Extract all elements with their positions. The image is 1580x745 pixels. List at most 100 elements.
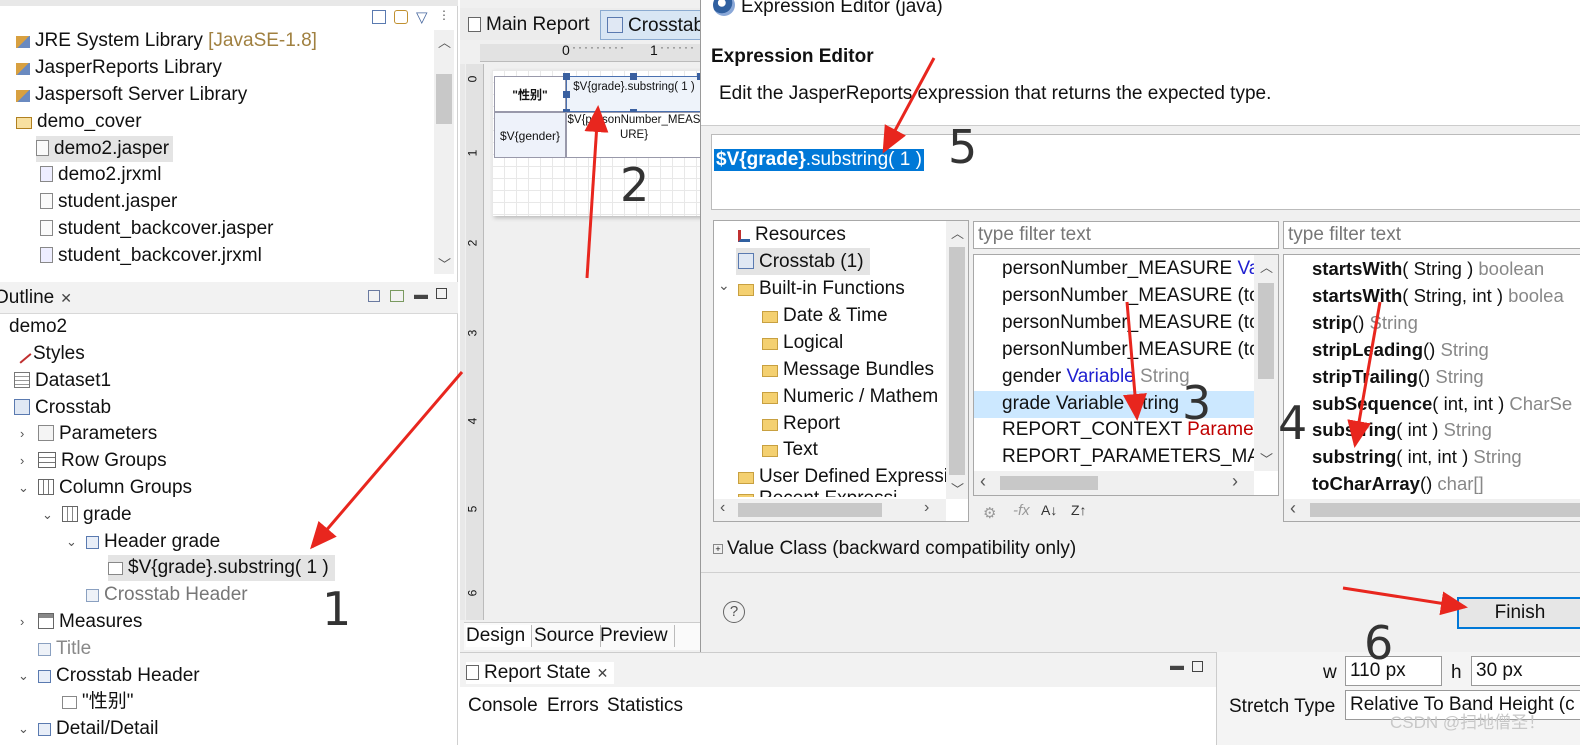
- resize-handle[interactable]: [630, 73, 637, 80]
- outline-item-column-groups[interactable]: Column Groups: [38, 475, 192, 501]
- tree-item-demo2-jrxml[interactable]: demo2.jrxml: [40, 162, 161, 188]
- outline-item-title[interactable]: Title: [38, 636, 91, 662]
- variable-row[interactable]: gender Variable String: [974, 364, 1278, 391]
- sort-descending-icon[interactable]: Z↑: [1071, 502, 1087, 518]
- collapse-chevron-icon[interactable]: ⌄: [66, 529, 77, 555]
- variables-hscrollbar[interactable]: ‹ ›: [974, 471, 1254, 495]
- view-menu-icon[interactable]: ⋮: [438, 8, 450, 22]
- tab-errors[interactable]: Errors: [547, 695, 599, 717]
- close-icon[interactable]: ✕: [597, 665, 609, 681]
- tab-report-state[interactable]: Report State ✕: [466, 662, 615, 684]
- scroll-right-icon[interactable]: ›: [1232, 471, 1238, 492]
- scroll-up-icon[interactable]: ︿: [1260, 257, 1273, 276]
- scroll-down-icon[interactable]: ﹀: [438, 254, 451, 273]
- crosstab-cell-sex-header[interactable]: "性别": [494, 76, 566, 112]
- tree-item-jre[interactable]: JRE System Library [JavaSE-1.8]: [16, 28, 317, 54]
- value-class-section[interactable]: + Value Class (backward compatibility onl…: [713, 538, 1076, 560]
- sort-ascending-icon[interactable]: A↓: [1041, 502, 1057, 518]
- outline-item-row-groups[interactable]: Row Groups: [38, 448, 167, 474]
- scroll-thumb[interactable]: [949, 247, 965, 475]
- variable-row[interactable]: personNumber_MEASURE Va: [974, 256, 1278, 283]
- method-row[interactable]: toCharArray() char[]: [1284, 471, 1580, 498]
- resize-handle[interactable]: [563, 91, 570, 98]
- tree-item-demo2-jasper[interactable]: demo2.jasper: [36, 136, 174, 162]
- variable-row[interactable]: personNumber_MEASURE (to: [974, 310, 1278, 337]
- tab-outline[interactable]: Outline ✕: [0, 287, 72, 309]
- scroll-thumb[interactable]: [1258, 283, 1274, 379]
- scroll-left-icon[interactable]: ‹: [980, 471, 986, 492]
- function-icon[interactable]: -fx: [1013, 502, 1030, 519]
- variable-row[interactable]: REPORT_PARAMETERS_MAP: [974, 444, 1278, 471]
- minimize-icon[interactable]: ▬: [1170, 657, 1184, 673]
- tree-item-demo-cover[interactable]: demo_cover: [16, 109, 142, 135]
- help-icon[interactable]: ?: [723, 601, 745, 623]
- maximize-icon[interactable]: [1192, 661, 1203, 672]
- tab-console[interactable]: Console: [468, 695, 538, 717]
- outline-item-demo2[interactable]: demo2: [0, 314, 67, 340]
- scroll-right-icon[interactable]: ›: [924, 499, 929, 517]
- tab-crosstab[interactable]: Crosstab: [600, 10, 712, 40]
- variable-row[interactable]: personNumber_MEASURE (to: [974, 337, 1278, 364]
- maximize-icon[interactable]: [436, 288, 447, 299]
- collapse-icon[interactable]: [368, 290, 380, 302]
- category-report[interactable]: Report: [762, 410, 840, 437]
- category-scrollbar[interactable]: ︿ ﹀: [946, 221, 968, 499]
- method-row[interactable]: subSequence( int, int ) CharSe: [1284, 391, 1580, 418]
- scroll-thumb[interactable]: [436, 74, 452, 124]
- outline-item-detail[interactable]: Detail/Detail: [38, 716, 158, 742]
- edit-variable-icon[interactable]: ⚙: [983, 504, 996, 522]
- method-row[interactable]: strip() String: [1284, 310, 1580, 337]
- category-date-time[interactable]: Date & Time: [762, 302, 888, 329]
- tab-main-report[interactable]: Main Report: [468, 14, 590, 36]
- method-row[interactable]: startsWith( String, int ) boolea: [1284, 283, 1580, 310]
- tab-preview[interactable]: Preview: [600, 625, 675, 647]
- category-recent[interactable]: Recent Expressi: [738, 485, 897, 497]
- outline-item-grade[interactable]: grade: [62, 502, 132, 528]
- method-row[interactable]: startsWith( String ) boolean: [1284, 256, 1580, 283]
- category-builtin-functions[interactable]: Built-in Functions: [738, 275, 905, 302]
- variables-scrollbar[interactable]: ︿ ﹀: [1254, 255, 1278, 471]
- filter-icon[interactable]: ▽: [416, 8, 428, 26]
- outline-item-parameters[interactable]: Parameters: [38, 421, 157, 447]
- collapse-chevron-icon[interactable]: ⌄: [18, 663, 29, 689]
- expand-chevron-icon[interactable]: ›: [20, 609, 24, 635]
- editor-scrollbar-v[interactable]: [460, 64, 465, 620]
- outline-item-crosstab-header-inner[interactable]: Crosstab Header: [86, 582, 248, 608]
- scroll-thumb[interactable]: [1000, 476, 1098, 490]
- tree-item-student-backcover-jrxml[interactable]: student_backcover.jrxml: [40, 243, 262, 269]
- tree-item-jaspersoft-server-lib[interactable]: Jaspersoft Server Library: [16, 82, 247, 108]
- variable-row[interactable]: REPORT_CONTEXT Parameter: [974, 417, 1278, 444]
- scroll-down-icon[interactable]: ﹀: [1260, 449, 1273, 468]
- tab-design[interactable]: Design: [466, 625, 533, 647]
- minimize-icon[interactable]: ▬: [414, 286, 428, 302]
- category-resources[interactable]: Resources: [738, 221, 846, 248]
- close-icon[interactable]: ✕: [60, 290, 72, 306]
- expand-chevron-icon[interactable]: ›: [20, 448, 24, 474]
- method-row[interactable]: substring( int, int ) String: [1284, 444, 1580, 471]
- finish-button[interactable]: Finish: [1457, 597, 1580, 629]
- expression-textarea[interactable]: $V{grade}.substring( 1 ): [711, 134, 1580, 210]
- outline-item-header-grade[interactable]: Header grade: [86, 529, 220, 555]
- outline-item-sex-label[interactable]: "性别": [62, 689, 134, 715]
- project-tree-scrollbar[interactable]: ︿ ﹀: [434, 30, 454, 274]
- outline-item-crosstab[interactable]: Crosstab: [14, 395, 111, 421]
- category-crosstab[interactable]: Crosstab (1): [736, 248, 870, 275]
- category-logical[interactable]: Logical: [762, 329, 843, 356]
- crosstab-cell-measure[interactable]: $V{personNumber_MEASURE}: [566, 112, 702, 158]
- category-hscrollbar[interactable]: ‹ ›: [714, 499, 946, 521]
- tab-statistics[interactable]: Statistics: [607, 695, 683, 717]
- collapse-chevron-icon[interactable]: ⌄: [18, 716, 29, 742]
- method-row[interactable]: stripTrailing() String: [1284, 364, 1580, 391]
- tree-item-student-jasper[interactable]: student.jasper: [40, 189, 177, 215]
- scroll-down-icon[interactable]: ﹀: [951, 479, 964, 498]
- outline-settings-icon[interactable]: [390, 290, 404, 302]
- expand-chevron-icon[interactable]: ›: [20, 421, 24, 447]
- expand-plus-icon[interactable]: +: [713, 544, 723, 554]
- outline-item-dataset1[interactable]: Dataset1: [14, 368, 111, 394]
- scroll-up-icon[interactable]: ︿: [951, 223, 964, 242]
- scroll-thumb[interactable]: [738, 503, 882, 517]
- link-editor-icon[interactable]: [394, 10, 408, 24]
- outline-item-crosstab-header[interactable]: Crosstab Header: [38, 663, 200, 689]
- outline-item-styles[interactable]: Styles: [10, 341, 85, 367]
- tab-source[interactable]: Source: [534, 625, 602, 647]
